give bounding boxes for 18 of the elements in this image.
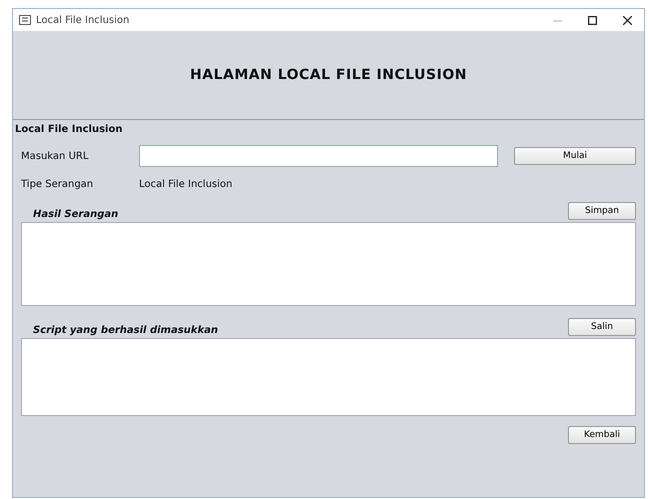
results-area[interactable] [21, 222, 636, 306]
group-title: Local File Inclusion [15, 124, 124, 135]
results-label: Hasil Serangan [33, 209, 118, 220]
close-icon[interactable] [623, 16, 632, 24]
app-icon [19, 15, 31, 25]
start-button[interactable]: Mulai [514, 147, 636, 165]
page-heading: HALAMAN LOCAL FILE INCLUSION [190, 67, 467, 83]
window-title: Local File Inclusion [36, 14, 130, 26]
back-button[interactable]: Kembali [568, 426, 636, 444]
save-button[interactable]: Simpan [568, 202, 636, 220]
scripts-label: Script yang berhasil dimasukkan [33, 325, 218, 336]
url-label: Masukan URL [21, 150, 90, 162]
maximize-icon[interactable] [588, 16, 597, 24]
attack-type-label: Tipe Serangan [21, 179, 94, 190]
copy-button[interactable]: Salin [568, 318, 636, 336]
attack-type-value: Local File Inclusion [139, 179, 232, 190]
url-field[interactable] [139, 145, 498, 167]
scripts-area[interactable] [21, 338, 636, 416]
